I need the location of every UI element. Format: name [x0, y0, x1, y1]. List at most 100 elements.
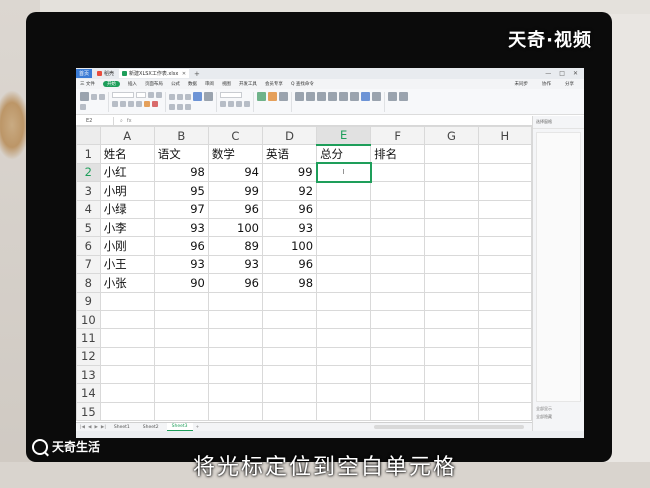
row-header[interactable]: 3 — [76, 181, 101, 201]
cell-g13[interactable] — [424, 365, 479, 385]
cell-f13[interactable] — [370, 365, 426, 385]
conditional-format-icon[interactable] — [268, 92, 277, 101]
shrink-font-icon[interactable] — [156, 92, 162, 98]
sheet-tab-3[interactable]: Sheet3 — [166, 423, 193, 431]
cell-c14[interactable] — [207, 383, 263, 403]
tab-docer[interactable]: 稻壳 — [94, 69, 117, 78]
sum-icon[interactable] — [295, 92, 304, 101]
cell-c4[interactable]: 96 — [207, 199, 263, 219]
cell-f6[interactable] — [370, 236, 426, 256]
cell-f14[interactable] — [370, 383, 426, 403]
hide-all-button[interactable]: 全部隐藏 — [533, 413, 584, 421]
menu-home[interactable]: 开始 — [102, 81, 120, 87]
menu-page-layout[interactable]: 页面布局 — [145, 81, 163, 87]
copy-icon[interactable] — [99, 93, 105, 100]
fill-icon[interactable] — [328, 92, 337, 101]
cell-e2[interactable]: I — [315, 162, 372, 183]
cell-b10[interactable] — [153, 309, 209, 330]
row-header[interactable]: 12 — [76, 346, 101, 367]
cell-c11[interactable] — [207, 328, 263, 348]
menu-member[interactable]: 会员专享 — [265, 81, 283, 87]
select-all-corner[interactable] — [76, 126, 101, 146]
column-header-a[interactable]: A — [99, 126, 155, 146]
cell-a4[interactable]: 小绿 — [99, 199, 155, 219]
cell-d7[interactable]: 96 — [261, 254, 318, 275]
cell-c2[interactable]: 94 — [207, 162, 263, 183]
cell-a3[interactable]: 小明 — [99, 181, 155, 201]
menu-view[interactable]: 视图 — [222, 81, 231, 87]
cell-c1[interactable]: 数学 — [207, 144, 263, 164]
cell-d9[interactable] — [261, 291, 318, 311]
cell-g14[interactable] — [424, 383, 479, 403]
cell-h11[interactable] — [477, 328, 532, 348]
row-header[interactable]: 2 — [76, 162, 101, 183]
add-sheet-icon[interactable]: + — [196, 425, 200, 430]
cell-g10[interactable] — [424, 309, 479, 330]
cell-a15[interactable] — [99, 401, 155, 422]
cell-g1[interactable] — [424, 144, 479, 164]
cell-f15[interactable] — [370, 401, 426, 422]
tab-workbook[interactable]: 新建XLSX工作表.xlsx ✕ — [119, 69, 190, 78]
cell-e3[interactable] — [316, 181, 372, 201]
menu-review[interactable]: 审阅 — [205, 81, 214, 87]
cell-h9[interactable] — [477, 291, 532, 311]
wrap-text-icon[interactable] — [204, 92, 213, 101]
row-header[interactable]: 13 — [76, 365, 101, 385]
menu-data[interactable]: 数据 — [188, 81, 197, 87]
menu-insert[interactable]: 插入 — [128, 81, 137, 87]
format-painter-icon[interactable] — [80, 104, 86, 110]
border-icon[interactable] — [136, 101, 142, 107]
cell-b4[interactable]: 97 — [153, 199, 209, 219]
percent-icon[interactable] — [228, 101, 234, 107]
cell-d15[interactable] — [261, 401, 318, 422]
cell-a9[interactable] — [99, 291, 155, 311]
cell-g7[interactable] — [424, 254, 479, 275]
cell-a7[interactable]: 小王 — [99, 254, 155, 275]
align-top-icon[interactable] — [169, 93, 175, 100]
worksheet-icon[interactable] — [361, 92, 370, 101]
underline-icon[interactable] — [128, 101, 134, 107]
cell-f12[interactable] — [370, 346, 426, 367]
cell-h10[interactable] — [477, 309, 532, 330]
cell-b6[interactable]: 96 — [153, 236, 209, 256]
cell-d5[interactable]: 93 — [261, 217, 318, 238]
row-header[interactable]: 5 — [76, 217, 101, 238]
last-sheet-icon[interactable]: ▶| — [101, 425, 106, 430]
cell-c8[interactable]: 96 — [207, 273, 263, 293]
cell-h13[interactable] — [477, 365, 532, 385]
cell-d2[interactable]: 99 — [261, 162, 318, 183]
tab-home[interactable]: 首页 — [76, 69, 92, 78]
row-header[interactable]: 6 — [76, 236, 101, 256]
column-header-f[interactable]: F — [370, 126, 426, 146]
cell-a11[interactable] — [99, 328, 155, 348]
collaborate-button[interactable]: 协作 — [542, 81, 551, 87]
merge-center-icon[interactable] — [193, 92, 202, 101]
align-left-icon[interactable] — [169, 104, 175, 110]
grow-font-icon[interactable] — [148, 92, 154, 98]
italic-icon[interactable] — [120, 101, 126, 107]
cell-c12[interactable] — [207, 346, 263, 367]
cell-h14[interactable] — [477, 383, 532, 403]
table-style-icon[interactable] — [257, 92, 266, 101]
cell-d10[interactable] — [261, 309, 318, 330]
cell-b1[interactable]: 语文 — [153, 144, 209, 164]
cell-g2[interactable] — [424, 162, 479, 183]
cell-h2[interactable] — [477, 162, 532, 183]
cell-e14[interactable] — [316, 383, 372, 403]
row-header[interactable]: 11 — [76, 328, 101, 348]
cell-c7[interactable]: 93 — [207, 254, 263, 275]
cell-a2[interactable]: 小红 — [99, 162, 155, 183]
cell-g11[interactable] — [424, 328, 479, 348]
name-box[interactable]: E2 — [76, 116, 114, 125]
cell-d11[interactable] — [261, 328, 318, 348]
close-tab-icon[interactable]: ✕ — [182, 71, 186, 77]
cell-b15[interactable] — [153, 401, 209, 422]
cell-b11[interactable] — [153, 328, 209, 348]
cell-e7[interactable] — [316, 254, 372, 275]
maximize-icon[interactable]: □ — [559, 70, 565, 77]
align-bottom-icon[interactable] — [185, 93, 191, 100]
sheet-tab-2[interactable]: Sheet2 — [138, 423, 164, 431]
cell-h8[interactable] — [477, 273, 532, 293]
cell-f8[interactable] — [370, 273, 426, 293]
horizontal-scrollbar[interactable] — [374, 425, 524, 429]
